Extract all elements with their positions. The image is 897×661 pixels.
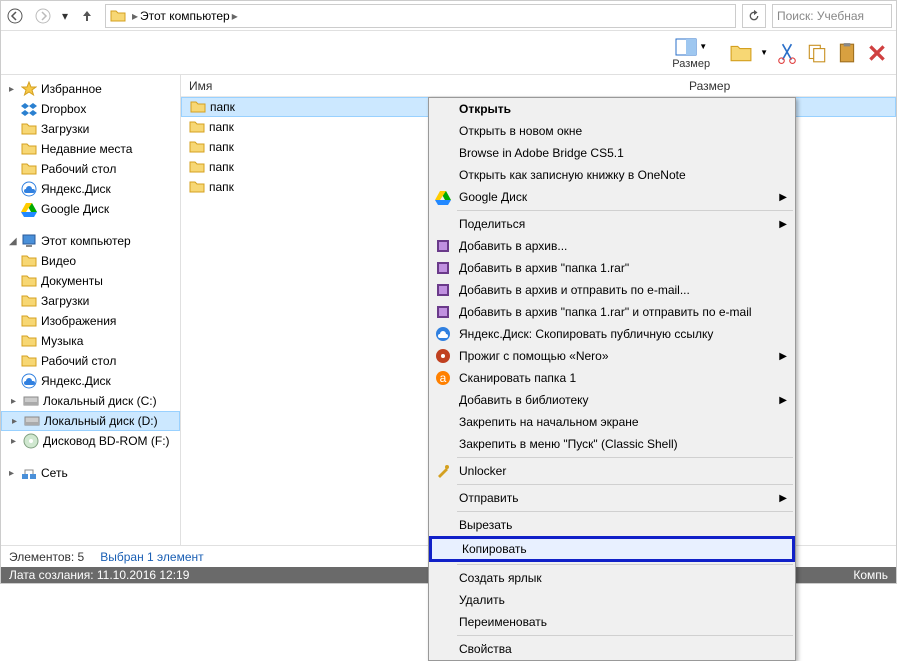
search-placeholder: Поиск: Учебная bbox=[777, 9, 864, 23]
svg-text:a: a bbox=[440, 371, 447, 385]
search-input[interactable]: Поиск: Учебная bbox=[772, 4, 892, 28]
menu-item[interactable]: Открыть bbox=[429, 98, 795, 120]
nav-network[interactable]: ▸Сеть bbox=[1, 463, 180, 483]
info-date: Лата созлания: 11.10.2016 12:19 bbox=[9, 568, 189, 582]
menu-item[interactable]: Google Диск▶ bbox=[429, 186, 795, 208]
nav-item[interactable]: Видео bbox=[1, 251, 180, 271]
menu-item[interactable]: Добавить в архив "папка 1.rar" и отправи… bbox=[429, 301, 795, 323]
submenu-arrow-icon: ▶ bbox=[779, 351, 787, 362]
menu-item[interactable]: Добавить в архив и отправить по e-mail..… bbox=[429, 279, 795, 301]
nav-item[interactable]: Изображения bbox=[1, 311, 180, 331]
dropdown-icon[interactable]: ▼ bbox=[760, 48, 768, 57]
menu-item[interactable]: aСканировать папка 1 bbox=[429, 367, 795, 389]
menu-item[interactable]: Создать ярлык bbox=[429, 567, 795, 589]
nav-item[interactable]: ▸Локальный диск (C:) bbox=[1, 391, 180, 411]
nav-item[interactable]: ▸Локальный диск (D:) bbox=[1, 411, 180, 431]
menu-separator bbox=[457, 635, 793, 636]
menu-item[interactable]: Browse in Adobe Bridge CS5.1 bbox=[429, 142, 795, 164]
nav-item[interactable]: Недавние места bbox=[1, 139, 180, 159]
nav-item[interactable]: Яндекс.Диск bbox=[1, 179, 180, 199]
submenu-arrow-icon: ▶ bbox=[779, 395, 787, 406]
menu-item[interactable]: Переименовать bbox=[429, 611, 795, 633]
menu-item[interactable]: Вырезать bbox=[429, 514, 795, 536]
up-button[interactable] bbox=[73, 2, 101, 30]
nav-computer[interactable]: ◢Этот компьютер bbox=[1, 231, 180, 251]
menu-item[interactable]: Отправить▶ bbox=[429, 487, 795, 509]
chevron-right-icon: ▸ bbox=[130, 9, 140, 23]
breadcrumb-segment[interactable]: Этот компьютер bbox=[140, 9, 230, 23]
menu-item[interactable]: Добавить в архив "папка 1.rar" bbox=[429, 257, 795, 279]
nav-item[interactable]: ▸Дисковод BD-ROM (F:) bbox=[1, 431, 180, 451]
address-bar: ▾ ▸ Этот компьютер ▸ Поиск: Учебная bbox=[1, 1, 896, 31]
navigation-pane: ▸ИзбранноеDropboxЗагрузкиНедавние местаР… bbox=[1, 75, 181, 545]
nav-item[interactable]: Яндекс.Диск bbox=[1, 371, 180, 391]
menu-item[interactable]: Открыть в новом окне bbox=[429, 120, 795, 142]
menu-item[interactable]: Яндекс.Диск: Скопировать публичную ссылк… bbox=[429, 323, 795, 345]
refresh-button[interactable] bbox=[742, 4, 766, 28]
menu-separator bbox=[457, 564, 793, 565]
nav-item[interactable]: Google Диск bbox=[1, 199, 180, 219]
column-size[interactable]: Размер bbox=[681, 79, 761, 93]
submenu-arrow-icon: ▶ bbox=[779, 493, 787, 504]
menu-item[interactable]: Прожиг с помощью «Nero»▶ bbox=[429, 345, 795, 367]
view-size-label: Размер bbox=[672, 58, 710, 70]
menu-separator bbox=[457, 511, 793, 512]
forward-button[interactable] bbox=[29, 2, 57, 30]
menu-item[interactable]: Закрепить в меню "Пуск" (Classic Shell) bbox=[429, 433, 795, 455]
menu-item[interactable]: Свойства bbox=[429, 638, 795, 660]
status-items-count: Элементов: 5 bbox=[9, 550, 84, 564]
nav-item[interactable]: Музыка bbox=[1, 331, 180, 351]
toolbar: ▼ Размер ▼ bbox=[1, 31, 896, 75]
info-right: Компь bbox=[853, 568, 888, 582]
cut-button[interactable] bbox=[776, 42, 798, 64]
organize-button[interactable] bbox=[730, 42, 752, 64]
copy-button[interactable] bbox=[806, 42, 828, 64]
column-name[interactable]: Имя bbox=[181, 79, 681, 93]
nav-item[interactable]: Загрузки bbox=[1, 291, 180, 311]
menu-item[interactable]: Добавить в библиотеку▶ bbox=[429, 389, 795, 411]
menu-item[interactable]: Удалить bbox=[429, 589, 795, 611]
menu-item[interactable]: Добавить в архив... bbox=[429, 235, 795, 257]
breadcrumb[interactable]: ▸ Этот компьютер ▸ bbox=[105, 4, 736, 28]
columns-header: Имя Размер bbox=[181, 75, 896, 97]
menu-item[interactable]: Копировать bbox=[429, 536, 795, 562]
menu-item[interactable]: Закрепить на начальном экране bbox=[429, 411, 795, 433]
history-dropdown[interactable]: ▾ bbox=[57, 2, 73, 30]
view-preview-button[interactable] bbox=[675, 36, 697, 58]
menu-separator bbox=[457, 457, 793, 458]
chevron-right-icon: ▸ bbox=[230, 9, 240, 23]
submenu-arrow-icon: ▶ bbox=[779, 219, 787, 230]
menu-separator bbox=[457, 210, 793, 211]
delete-button[interactable] bbox=[866, 42, 888, 64]
nav-item[interactable]: Рабочий стол bbox=[1, 159, 180, 179]
context-menu: ОткрытьОткрыть в новом окнеBrowse in Ado… bbox=[428, 97, 796, 661]
submenu-arrow-icon: ▶ bbox=[779, 192, 787, 203]
nav-item[interactable]: Рабочий стол bbox=[1, 351, 180, 371]
dropdown-icon[interactable]: ▼ bbox=[699, 42, 707, 51]
folder-icon bbox=[110, 8, 126, 24]
nav-favorites[interactable]: ▸Избранное bbox=[1, 79, 180, 99]
menu-item[interactable]: Открыть как записную книжку в OneNote bbox=[429, 164, 795, 186]
status-selected: Выбран 1 элемент bbox=[100, 550, 203, 564]
file-list: Имя Размер папкфайламипапкфайламипапкфай… bbox=[181, 75, 896, 545]
nav-item[interactable]: Загрузки bbox=[1, 119, 180, 139]
nav-item[interactable]: Dropbox bbox=[1, 99, 180, 119]
menu-item[interactable]: Unlocker bbox=[429, 460, 795, 482]
menu-item[interactable]: Поделиться▶ bbox=[429, 213, 795, 235]
nav-item[interactable]: Документы bbox=[1, 271, 180, 291]
menu-separator bbox=[457, 484, 793, 485]
back-button[interactable] bbox=[1, 2, 29, 30]
paste-button[interactable] bbox=[836, 42, 858, 64]
